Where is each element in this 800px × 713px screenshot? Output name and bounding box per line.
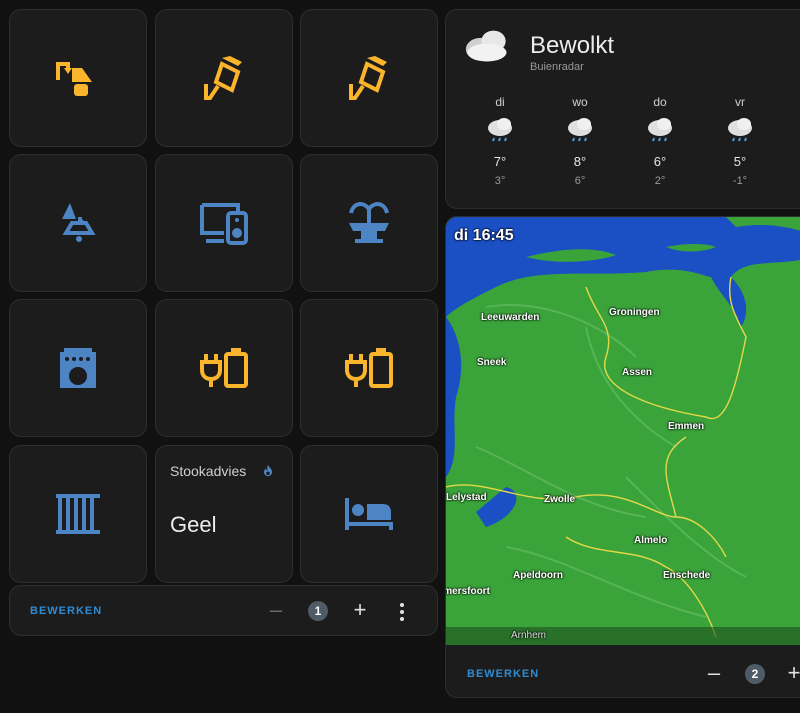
- rain-cloud-icon: [488, 118, 512, 142]
- page-decrease-button[interactable]: –: [703, 662, 725, 684]
- forecast-high: 8°: [573, 154, 587, 169]
- lantern-icon: [204, 56, 242, 100]
- weather-source: Buienradar: [530, 61, 584, 73]
- forecast-low: 6°: [574, 175, 586, 187]
- map-city-label: Almelo: [634, 535, 668, 546]
- map-city-label: Sneek: [477, 357, 507, 368]
- tile-plug-battery-1[interactable]: [155, 299, 293, 437]
- forecast-day: wo 8° 6°: [550, 95, 610, 187]
- map-city-label: Emmen: [668, 421, 705, 432]
- forecast-low: -1°: [732, 175, 748, 187]
- map-city-label: Leeuwarden: [481, 312, 540, 323]
- map-city-label: Zwolle: [544, 494, 576, 505]
- wall-lamp-icon: [56, 62, 92, 96]
- monitor-speaker-icon: [200, 203, 248, 245]
- edit-button[interactable]: BEWERKEN: [30, 605, 102, 617]
- rain-cloud-icon: [648, 118, 672, 142]
- guitar-amp-icon: [60, 348, 96, 388]
- stookadvies-value: Geel: [170, 512, 217, 537]
- plug-battery-icon: [345, 348, 393, 388]
- map-city-label: Enschede: [663, 570, 711, 581]
- page-increase-button[interactable]: +: [349, 599, 371, 621]
- tile-fountain[interactable]: [300, 154, 438, 292]
- radar-map[interactable]: [446, 217, 800, 645]
- tile-radiator[interactable]: [9, 445, 147, 583]
- forecast-day: vr 5° -1°: [710, 95, 770, 187]
- forecast-high: 5°: [733, 154, 747, 169]
- lantern-icon: [349, 56, 387, 100]
- tile-speaker[interactable]: [9, 299, 147, 437]
- edit-button[interactable]: BEWERKEN: [467, 668, 539, 680]
- radiator-icon: [56, 494, 100, 534]
- page-number-badge: 1: [308, 601, 328, 621]
- plug-battery-icon: [200, 348, 248, 388]
- map-city-label: Assen: [622, 367, 653, 378]
- tile-devices[interactable]: [155, 154, 293, 292]
- map-city-label: Lelystad: [446, 492, 487, 503]
- tile-plug-battery-2[interactable]: [300, 299, 438, 437]
- forecast-day-label: wo: [572, 95, 588, 109]
- tile-ceiling-lamp[interactable]: [9, 154, 147, 292]
- page-decrease-button[interactable]: –: [265, 599, 287, 621]
- forecast-high: 7°: [493, 154, 507, 169]
- tile-bed[interactable]: [300, 445, 438, 583]
- fountain-icon: [349, 202, 389, 243]
- forecast-day-label: di: [495, 95, 505, 109]
- map-city-label: Groningen: [609, 307, 660, 318]
- page-increase-button[interactable]: +: [783, 662, 800, 684]
- forecast-high: 6°: [653, 154, 667, 169]
- tile-stookadvies[interactable]: Stookadvies Geel: [155, 445, 293, 583]
- map-city-label: Apeldoorn: [513, 570, 563, 581]
- bed-icon: [345, 498, 393, 530]
- fire-icon: [263, 465, 273, 477]
- cloudy-icon: [465, 30, 507, 62]
- rain-cloud-icon: [728, 118, 752, 142]
- weather-card[interactable]: Bewolkt Buienradar di 7° 3° wo 8° 6° do …: [445, 9, 800, 209]
- forecast-low: 3°: [494, 175, 506, 187]
- tile-lantern-1[interactable]: [155, 9, 293, 147]
- forecast-low: 2°: [654, 175, 666, 187]
- forecast-day: do 6° 2°: [630, 95, 690, 187]
- forecast-day: di 7° 3°: [470, 95, 530, 187]
- page-number-badge: 2: [745, 664, 765, 684]
- rain-cloud-icon: [568, 118, 592, 142]
- map-city-label: Arnhem: [511, 630, 547, 641]
- stookadvies-label: Stookadvies: [170, 463, 247, 479]
- more-options-icon[interactable]: [400, 603, 404, 624]
- weather-condition: Bewolkt: [530, 32, 615, 59]
- forecast-day-label: do: [653, 95, 667, 109]
- map-city-label: Amersfoort: [446, 586, 490, 597]
- radar-timestamp: di 16:45: [454, 227, 514, 244]
- tile-lantern-2[interactable]: [300, 9, 438, 147]
- forecast-day-label: vr: [735, 95, 745, 109]
- tile-wall-lamp[interactable]: [9, 9, 147, 147]
- ceiling-lamp-icon: [62, 203, 96, 242]
- radar-card[interactable]: di 16:45 Leeuwarden Groningen Sneek Asse…: [445, 216, 800, 698]
